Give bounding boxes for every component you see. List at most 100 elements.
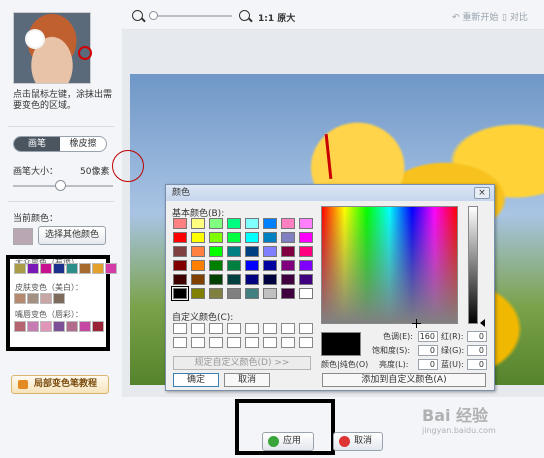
green-input[interactable]: 0 (467, 345, 487, 356)
zoom-slider[interactable] (149, 15, 232, 17)
basic-color-swatch[interactable] (281, 218, 295, 229)
spectrum-crosshair[interactable] (412, 319, 421, 328)
basic-color-swatch[interactable] (245, 246, 259, 257)
basic-color-swatch[interactable] (227, 218, 241, 229)
zoom-in-icon[interactable] (239, 10, 250, 21)
custom-color-slot[interactable] (299, 337, 313, 348)
basic-color-swatch[interactable] (209, 274, 223, 285)
luminance-arrow-icon[interactable] (480, 319, 485, 327)
basic-color-swatch[interactable] (173, 274, 187, 285)
basic-color-swatch[interactable] (191, 288, 205, 299)
brush-eraser-toggle[interactable]: 画笔 橡皮擦 (13, 136, 107, 152)
basic-color-swatch[interactable] (191, 260, 205, 271)
palette-swatch[interactable] (40, 293, 52, 304)
basic-color-swatch[interactable] (209, 288, 223, 299)
compare-button[interactable]: ▯ 对比 (502, 10, 528, 23)
choose-other-color-button[interactable]: 选择其他颜色 (38, 226, 106, 245)
custom-color-slot[interactable] (245, 337, 259, 348)
basic-color-swatch[interactable] (263, 260, 277, 271)
apply-button[interactable]: 应用 (262, 432, 314, 451)
palette-swatch[interactable] (79, 321, 91, 332)
basic-color-swatch[interactable] (171, 286, 189, 301)
palette-swatch[interactable] (53, 263, 65, 274)
basic-color-swatch[interactable] (227, 246, 241, 257)
basic-color-swatch[interactable] (263, 218, 277, 229)
luminance-bar[interactable] (468, 206, 478, 324)
basic-color-swatch[interactable] (299, 260, 313, 271)
palette-swatch[interactable] (66, 321, 78, 332)
palette-swatch[interactable] (27, 263, 39, 274)
basic-color-swatch[interactable] (245, 260, 259, 271)
palette-swatch[interactable] (40, 263, 52, 274)
basic-color-swatch[interactable] (173, 246, 187, 257)
palette-swatch[interactable] (27, 321, 39, 332)
basic-color-swatch[interactable] (281, 246, 295, 257)
basic-color-swatch[interactable] (263, 288, 277, 299)
custom-color-slot[interactable] (191, 337, 205, 348)
basic-color-swatch[interactable] (191, 246, 205, 257)
custom-color-slot[interactable] (209, 337, 223, 348)
palette-swatch[interactable] (66, 263, 78, 274)
basic-color-swatch[interactable] (191, 218, 205, 229)
basic-color-swatch[interactable] (173, 232, 187, 243)
basic-color-swatch[interactable] (299, 218, 313, 229)
basic-color-swatch[interactable] (173, 260, 187, 271)
basic-color-swatch[interactable] (209, 246, 223, 257)
basic-color-swatch[interactable] (281, 232, 295, 243)
custom-color-slot[interactable] (227, 337, 241, 348)
basic-color-swatch[interactable] (281, 288, 295, 299)
tab-eraser[interactable]: 橡皮擦 (60, 137, 106, 151)
ok-button[interactable]: 确定 (173, 373, 219, 387)
brush-size-slider-handle[interactable] (55, 180, 66, 191)
palette-swatch[interactable] (27, 293, 39, 304)
basic-color-swatch[interactable] (173, 218, 187, 229)
palette-swatch[interactable] (40, 321, 52, 332)
basic-color-swatch[interactable] (245, 218, 259, 229)
lum-input[interactable]: 0 (418, 359, 438, 370)
basic-color-swatch[interactable] (245, 232, 259, 243)
basic-color-swatch[interactable] (245, 288, 259, 299)
actual-size-button[interactable]: 1:1 原大 (258, 11, 295, 24)
basic-color-swatch[interactable] (299, 274, 313, 285)
add-to-custom-colors-button[interactable]: 添加到自定义颜色(A) (322, 373, 486, 387)
basic-color-swatch[interactable] (299, 232, 313, 243)
basic-color-swatch[interactable] (227, 232, 241, 243)
restart-button[interactable]: ↶ 重新开始 (452, 10, 498, 23)
custom-color-slot[interactable] (281, 337, 295, 348)
basic-color-swatch[interactable] (263, 274, 277, 285)
basic-color-swatch[interactable] (209, 218, 223, 229)
custom-color-slot[interactable] (299, 323, 313, 334)
dialog-cancel-button[interactable]: 取消 (224, 373, 270, 387)
palette-swatch[interactable] (53, 321, 65, 332)
custom-color-slot[interactable] (245, 323, 259, 334)
basic-color-swatch[interactable] (191, 232, 205, 243)
basic-color-swatch[interactable] (281, 260, 295, 271)
palette-swatch[interactable] (14, 263, 26, 274)
custom-color-slot[interactable] (173, 323, 187, 334)
custom-color-slot[interactable] (263, 323, 277, 334)
basic-color-swatch[interactable] (191, 274, 205, 285)
palette-swatch[interactable] (92, 263, 104, 274)
basic-color-swatch[interactable] (281, 274, 295, 285)
palette-swatch[interactable] (105, 263, 117, 274)
cancel-button[interactable]: 取消 (333, 432, 383, 451)
basic-color-swatch[interactable] (245, 274, 259, 285)
zoom-out-icon[interactable] (132, 10, 143, 21)
zoom-slider-handle[interactable] (149, 11, 158, 20)
custom-color-slot[interactable] (173, 337, 187, 348)
palette-swatch[interactable] (53, 293, 65, 304)
red-input[interactable]: 0 (467, 331, 487, 342)
palette-swatch[interactable] (14, 321, 26, 332)
basic-color-swatch[interactable] (227, 260, 241, 271)
color-spectrum[interactable] (321, 206, 458, 324)
custom-color-slot[interactable] (281, 323, 295, 334)
basic-color-swatch[interactable] (299, 288, 313, 299)
palette-swatch[interactable] (79, 263, 91, 274)
basic-color-swatch[interactable] (299, 246, 313, 257)
palette-swatch[interactable] (92, 321, 104, 332)
basic-color-swatch[interactable] (209, 260, 223, 271)
custom-color-slot[interactable] (191, 323, 205, 334)
palette-swatch[interactable] (14, 293, 26, 304)
blue-input[interactable]: 0 (467, 359, 487, 370)
tab-brush[interactable]: 画笔 (14, 137, 60, 151)
